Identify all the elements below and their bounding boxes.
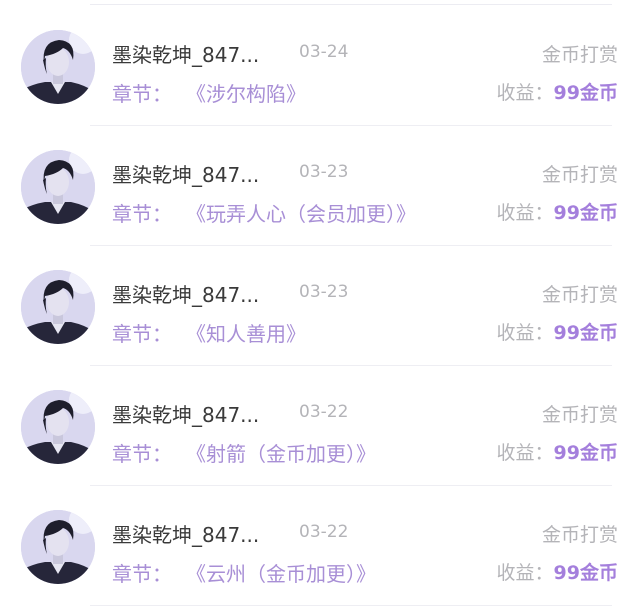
chapter-title[interactable]: 《涉尔构陷》 [186,82,306,106]
username[interactable]: 墨染乾坤_847... [112,159,259,188]
earnings-label: 收益： [496,322,554,344]
chapter-info[interactable]: 章节： 《涉尔构陷》 [112,78,306,107]
reward-type: 金币打赏 [541,404,618,426]
divider [90,605,612,606]
reward-type: 金币打赏 [541,284,618,306]
username[interactable]: 墨染乾坤_847... [112,519,259,548]
earnings-info: 收益：99金币 [497,558,618,585]
earnings-value: 99金币 [553,562,618,584]
chapter-title[interactable]: 《云州（金币加更）》 [186,562,376,586]
earnings-value: 99金币 [553,202,618,224]
reward-record-row[interactable]: 墨染乾坤_847... 03-22 金币打赏 章节： 《云州（金币加更）》 收益：… [0,486,640,606]
chapter-title[interactable]: 《射箭（金币加更）》 [186,442,376,466]
chapter-label: 章节： [112,322,172,346]
record-date: 03-24 [299,42,349,62]
record-date: 03-23 [299,282,349,302]
earnings-value: 99金币 [553,442,618,464]
chapter-info[interactable]: 章节： 《玩弄人心（会员加更）》 [112,198,416,227]
chapter-label: 章节： [112,442,172,466]
reward-record-row[interactable]: 墨染乾坤_847... 03-23 金币打赏 章节： 《玩弄人心（会员加更）》 收… [0,126,640,246]
earnings-info: 收益：99金币 [497,78,618,105]
reward-record-list: 墨染乾坤_847... 03-24 金币打赏 章节： 《涉尔构陷》 收益：99金币… [0,0,640,609]
earnings-label: 收益： [496,202,554,224]
earnings-label: 收益： [496,82,554,104]
user-avatar-icon[interactable] [21,30,95,104]
reward-record-row[interactable]: 墨染乾坤_847... 03-24 金币打赏 章节： 《涉尔构陷》 收益：99金币 [0,6,640,126]
user-avatar-icon[interactable] [21,270,95,344]
reward-type: 金币打赏 [541,44,618,66]
earnings-value: 99金币 [553,82,618,104]
record-date: 03-22 [299,522,349,542]
divider [90,4,612,5]
chapter-label: 章节： [112,562,172,586]
record-date: 03-23 [299,162,349,182]
username[interactable]: 墨染乾坤_847... [112,399,259,428]
user-avatar-icon[interactable] [21,510,95,584]
chapter-label: 章节： [112,202,172,226]
earnings-info: 收益：99金币 [497,318,618,345]
chapter-label: 章节： [112,82,172,106]
chapter-info[interactable]: 章节： 《知人善用》 [112,318,306,347]
earnings-info: 收益：99金币 [497,438,618,465]
reward-record-row[interactable]: 墨染乾坤_847... 03-22 金币打赏 章节： 《射箭（金币加更）》 收益：… [0,366,640,486]
earnings-value: 99金币 [553,322,618,344]
username[interactable]: 墨染乾坤_847... [112,279,259,308]
reward-type: 金币打赏 [541,164,618,186]
user-avatar-icon[interactable] [21,150,95,224]
username[interactable]: 墨染乾坤_847... [112,39,259,68]
chapter-title[interactable]: 《玩弄人心（会员加更）》 [186,202,416,226]
earnings-info: 收益：99金币 [497,198,618,225]
user-avatar-icon[interactable] [21,390,95,464]
record-date: 03-22 [299,402,349,422]
reward-record-row[interactable]: 墨染乾坤_847... 03-23 金币打赏 章节： 《知人善用》 收益：99金币 [0,246,640,366]
earnings-label: 收益： [496,442,554,464]
chapter-info[interactable]: 章节： 《云州（金币加更）》 [112,558,376,587]
reward-type: 金币打赏 [541,524,618,546]
chapter-info[interactable]: 章节： 《射箭（金币加更）》 [112,438,376,467]
chapter-title[interactable]: 《知人善用》 [186,322,306,346]
earnings-label: 收益： [496,562,554,584]
